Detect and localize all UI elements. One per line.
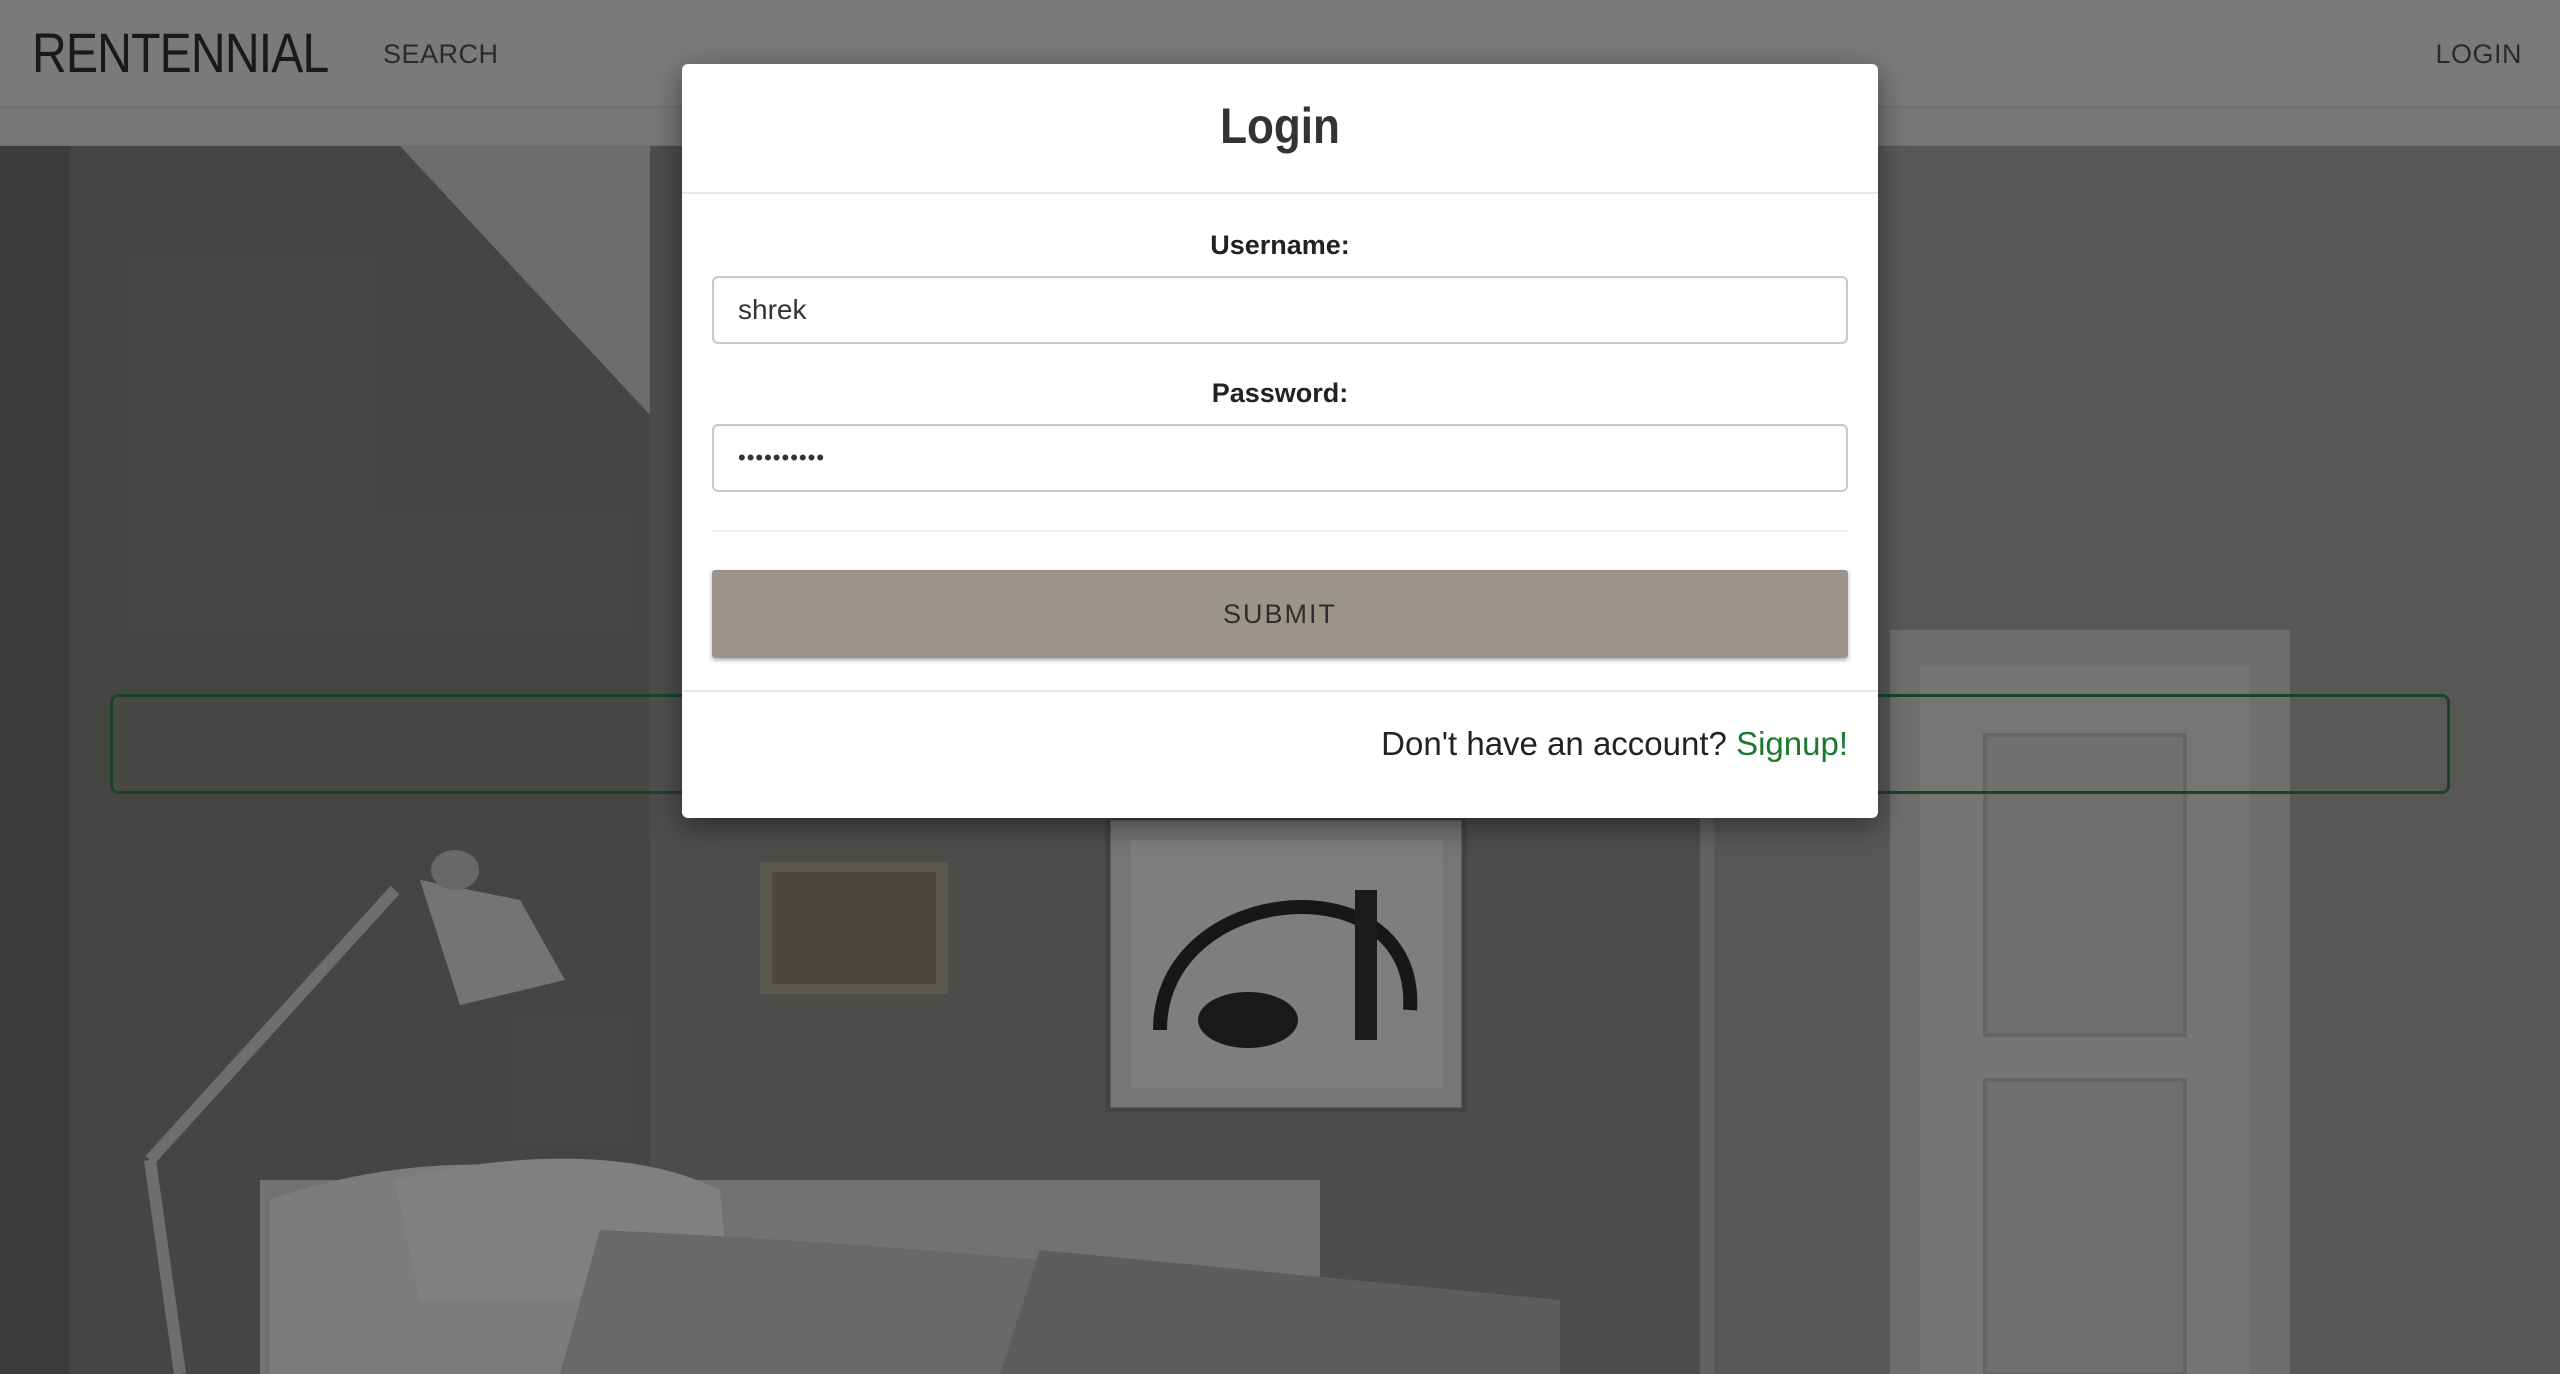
- modal-footer-divider: [682, 690, 1878, 692]
- form-divider: [712, 530, 1848, 532]
- modal-header: Login: [682, 64, 1878, 194]
- username-label: Username:: [1210, 230, 1350, 260]
- signup-prompt: Don't have an account? Signup!: [1381, 722, 1848, 766]
- modal-title: Login: [1220, 98, 1340, 154]
- password-field[interactable]: ••••••••••: [712, 424, 1848, 492]
- login-modal: Login Username: shrek Password: ••••••••…: [682, 64, 1878, 818]
- username-field[interactable]: shrek: [712, 276, 1848, 344]
- password-label: Password:: [1211, 378, 1349, 408]
- signup-link[interactable]: Signup!: [1736, 725, 1848, 762]
- signup-prompt-text: Don't have an account?: [1381, 725, 1727, 762]
- submit-button[interactable]: SUBMIT: [712, 570, 1848, 658]
